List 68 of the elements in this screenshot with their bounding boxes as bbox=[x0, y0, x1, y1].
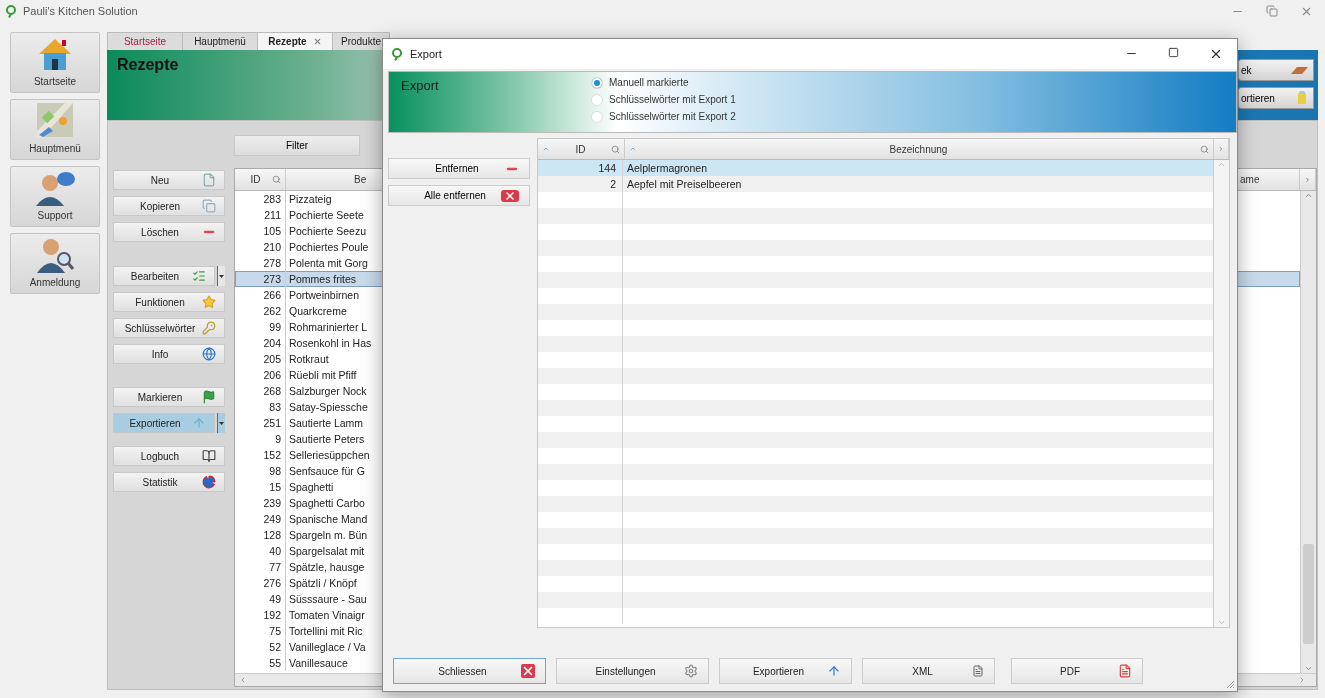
id-cell-text: 205 bbox=[262, 353, 282, 365]
id-cell-text: 273 bbox=[262, 273, 282, 285]
id-cell-text: 2 bbox=[609, 178, 617, 190]
id-cell-text: 75 bbox=[268, 625, 282, 637]
name-cell: Pochierte Seete bbox=[289, 209, 364, 221]
id-cell-text: 283 bbox=[262, 193, 282, 205]
id-cell-text: 204 bbox=[262, 337, 282, 349]
id-cell-text: 152 bbox=[262, 449, 282, 461]
id-cell-text: 210 bbox=[262, 241, 282, 253]
name-cell: Vanilleglace / Va bbox=[289, 641, 366, 653]
id-cell-text: 49 bbox=[268, 593, 282, 605]
name-cell: Senfsauce für G bbox=[289, 465, 365, 477]
name-cell: Sautierte Peters bbox=[289, 433, 365, 445]
name-cell: Spaghetti Carbo bbox=[289, 497, 365, 509]
name-cell: Quarkcreme bbox=[289, 305, 347, 317]
id-cell-text: 278 bbox=[262, 257, 282, 269]
name-cell: Pizzateig bbox=[289, 193, 332, 205]
name-cell: Salzburger Nock bbox=[289, 385, 367, 397]
id-cell-text: 251 bbox=[262, 417, 282, 429]
id-cell-text: 144 bbox=[597, 162, 617, 174]
id-cell-text: 40 bbox=[268, 545, 282, 557]
name-cell: Spargelsalat mit bbox=[289, 545, 365, 557]
id-cell-text: 262 bbox=[262, 305, 282, 317]
name-cell: Spargeln m. Bün bbox=[289, 529, 368, 541]
id-cell-text: 99 bbox=[268, 321, 282, 333]
name-cell: Pochiertes Poule bbox=[289, 241, 369, 253]
name-cell: Aepfel mit Preiselbeeren bbox=[627, 178, 742, 190]
id-cell-text: 239 bbox=[262, 497, 282, 509]
name-cell: Tomaten Vinaigr bbox=[289, 609, 365, 621]
name-cell: Rotkraut bbox=[289, 353, 329, 365]
id-cell-text: 192 bbox=[262, 609, 282, 621]
name-cell: Portweinbirnen bbox=[289, 289, 360, 301]
id-cell-text: 77 bbox=[268, 561, 282, 573]
name-cell: Aelplermagronen bbox=[627, 162, 707, 174]
name-cell: Selleriesüppchen bbox=[289, 449, 370, 461]
name-cell: Tortellini mit Ric bbox=[289, 625, 363, 637]
name-cell: Pommes frites bbox=[289, 273, 357, 285]
id-cell-text: 83 bbox=[268, 401, 282, 413]
app-title: Pauli's Kitchen Solution bbox=[23, 5, 138, 17]
name-cell: Spaghetti bbox=[289, 481, 334, 493]
name-cell: Rohmarinierter L bbox=[289, 321, 368, 333]
id-cell-text: 128 bbox=[262, 529, 282, 541]
id-cell-text: 55 bbox=[268, 657, 282, 669]
dialog-title: Export bbox=[410, 48, 442, 60]
id-cell-text: 105 bbox=[262, 225, 282, 237]
name-cell: Spanische Mand bbox=[289, 513, 368, 525]
name-cell: Pochierte Seezu bbox=[289, 225, 367, 237]
id-cell-text: 15 bbox=[268, 481, 282, 493]
page-title: Rezepte bbox=[117, 56, 179, 75]
id-cell-text: 268 bbox=[262, 385, 282, 397]
id-cell-text: 276 bbox=[262, 577, 282, 589]
dialog-heading: Export bbox=[400, 77, 440, 95]
id-cell-text: 249 bbox=[262, 513, 282, 525]
name-cell: Rüebli mit Pfiff bbox=[289, 369, 357, 381]
id-cell-text: 98 bbox=[268, 465, 282, 477]
name-cell: Sautierte Lamm bbox=[289, 417, 364, 429]
name-cell: Süsssaure - Sau bbox=[289, 593, 367, 605]
name-cell: Polenta mit Gorg bbox=[289, 257, 368, 269]
id-cell-text: 52 bbox=[268, 641, 282, 653]
name-cell: Rosenkohl in Has bbox=[289, 337, 372, 349]
id-cell-text: 9 bbox=[274, 433, 282, 445]
name-cell: Satay-Spiessche bbox=[289, 401, 368, 413]
id-cell-text: 266 bbox=[262, 289, 282, 301]
name-cell: Vanillesauce bbox=[289, 657, 348, 669]
name-cell: Spätzli / Knöpf bbox=[289, 577, 357, 589]
name-cell: Spätzle, hausge bbox=[289, 561, 365, 573]
id-cell-text: 206 bbox=[262, 369, 282, 381]
id-cell-text: 211 bbox=[263, 209, 282, 221]
